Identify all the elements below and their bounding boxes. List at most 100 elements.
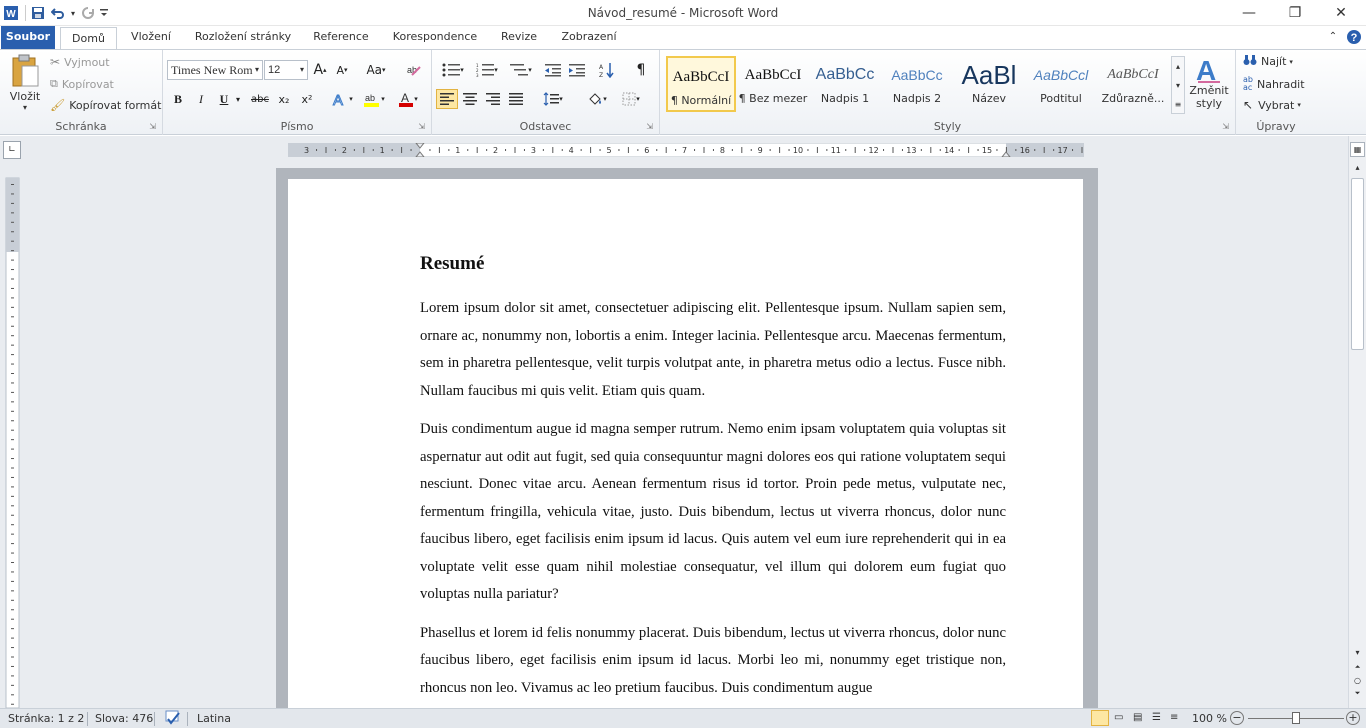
style-emphasis[interactable]: AaBbCcI Zdůrazně... (1098, 56, 1168, 112)
style-heading-1[interactable]: AaBbCc Nadpis 1 (810, 56, 880, 112)
paragraph-dialog-launcher-icon[interactable]: ⇲ (646, 122, 653, 131)
format-painter-button[interactable]: 🖌 Kopírovat formát (50, 98, 161, 112)
bullets-button[interactable]: ▾ (438, 60, 468, 80)
ruler-toggle-icon[interactable]: ▦ (1350, 142, 1365, 157)
font-dialog-launcher-icon[interactable]: ⇲ (418, 122, 425, 131)
numbering-button[interactable]: 1 2 3 ▾ (472, 60, 502, 80)
styles-scroll-up-icon[interactable]: ▴ (1172, 57, 1184, 76)
scroll-down-icon[interactable]: ▾ (1351, 648, 1364, 660)
minimize-ribbon-icon[interactable]: ⌃ (1324, 26, 1342, 49)
styles-scroll-down-icon[interactable]: ▾ (1172, 76, 1184, 95)
styles-dialog-launcher-icon[interactable]: ⇲ (1222, 122, 1229, 131)
font-name-combobox[interactable]: Times New Rom ▾ (167, 60, 263, 80)
shading-button[interactable]: ▾ (582, 89, 612, 109)
zoom-in-icon[interactable]: + (1346, 711, 1360, 725)
font-name-dropdown-icon[interactable]: ▾ (255, 61, 259, 79)
document-heading[interactable]: Resumé (420, 253, 1006, 275)
grow-font-button[interactable]: A ▴ (309, 60, 331, 80)
copy-button[interactable]: ⧉ Kopírovat (50, 77, 114, 91)
font-size-dropdown-icon[interactable]: ▾ (300, 61, 304, 79)
zoom-out-icon[interactable]: − (1230, 711, 1244, 725)
strikethrough-button[interactable]: abc (249, 89, 271, 109)
ruler-tick (11, 202, 14, 204)
vertical-scrollbar[interactable]: ▦ ▴ ▾ ⏶ ○ ⏷ (1348, 136, 1366, 708)
justify-icon[interactable] (505, 89, 527, 109)
highlight-button[interactable]: ab ▾ (359, 89, 389, 109)
find-button[interactable]: Najít ▾ (1243, 54, 1293, 69)
italic-button[interactable]: I (190, 89, 212, 109)
change-styles-button[interactable]: A Změnit styly (1186, 54, 1232, 116)
previous-page-icon[interactable]: ⏶ (1351, 663, 1364, 675)
scroll-up-icon[interactable]: ▴ (1351, 163, 1364, 175)
borders-button[interactable]: ▾ (616, 89, 646, 109)
document-page[interactable]: Resumé Lorem ipsum dolor sit amet, conse… (288, 179, 1083, 708)
outline-view-icon[interactable]: ☰ (1152, 712, 1161, 723)
tab-selector-icon[interactable]: ∟ (3, 141, 21, 159)
styles-gallery-scroll[interactable]: ▴ ▾ ≡ (1171, 56, 1185, 114)
tab-insert[interactable]: Vložení (122, 26, 180, 49)
draft-view-icon[interactable]: ≡ (1170, 712, 1178, 723)
full-screen-reading-icon[interactable]: ▭ (1114, 712, 1123, 723)
zoom-slider-thumb[interactable] (1292, 712, 1300, 724)
increase-indent-icon[interactable] (566, 60, 588, 80)
show-formatting-marks-button[interactable]: ¶ (630, 60, 652, 80)
bold-button[interactable]: B (167, 89, 189, 109)
replace-button[interactable]: ab ac Nahradit (1243, 76, 1305, 92)
browse-object-icon[interactable]: ○ (1351, 676, 1364, 688)
cut-button[interactable]: ✂ Vyjmout (50, 55, 110, 69)
subscript-button[interactable]: x₂ (273, 89, 295, 109)
document-paragraph-1[interactable]: Lorem ipsum dolor sit amet, consectetuer… (420, 295, 1006, 405)
shrink-font-button[interactable]: A ▾ (331, 60, 353, 80)
underline-dropdown-icon[interactable]: ▾ (233, 89, 243, 109)
tab-mailings[interactable]: Korespondence (386, 26, 484, 49)
multilevel-list-button[interactable]: ▾ (506, 60, 536, 80)
restore-button[interactable]: ❐ (1272, 0, 1318, 26)
decrease-indent-icon[interactable] (542, 60, 564, 80)
align-center-icon[interactable] (459, 89, 481, 109)
clipboard-dialog-launcher-icon[interactable]: ⇲ (149, 122, 156, 131)
horizontal-ruler[interactable]: 3 2 1 1 2 3 4 5 6 7 8 9 10 11 12 13 14 15 16 17 (288, 143, 1084, 157)
style-no-spacing[interactable]: AaBbCcI ¶ Bez mezer (738, 56, 808, 112)
align-left-icon[interactable] (436, 89, 458, 109)
font-size-combobox[interactable]: 12 ▾ (264, 60, 308, 80)
next-page-icon[interactable]: ⏷ (1351, 689, 1364, 701)
language-indicator[interactable]: Latina (197, 712, 231, 725)
proofing-icon[interactable] (164, 710, 182, 728)
align-right-icon[interactable] (482, 89, 504, 109)
underline-button[interactable]: U (213, 89, 235, 109)
document-paragraph-3[interactable]: Phasellus et lorem id felis nonummy plac… (420, 620, 1006, 703)
document-paragraph-2[interactable]: Duis condimentum augue id magna semper r… (420, 416, 1006, 609)
vertical-ruler[interactable] (0, 164, 24, 708)
word-count[interactable]: Slova: 476 (95, 712, 153, 725)
style-normal[interactable]: AaBbCcI ¶ Normální (666, 56, 736, 112)
zoom-level[interactable]: 100 % (1192, 712, 1227, 725)
sort-icon[interactable]: AZ (596, 60, 618, 80)
style-title[interactable]: AaBl Název (954, 56, 1024, 112)
ruler-tick (11, 448, 14, 450)
print-layout-view-icon[interactable] (1091, 710, 1109, 726)
font-color-button[interactable]: A ▾ (393, 89, 423, 109)
style-heading-2[interactable]: AaBbCc Nadpis 2 (882, 56, 952, 112)
web-layout-icon[interactable]: ▤ (1133, 712, 1142, 723)
style-subtitle[interactable]: AaBbCcl Podtitul (1026, 56, 1096, 112)
tab-review[interactable]: Revize (494, 26, 544, 49)
minimize-button[interactable]: — (1226, 0, 1272, 26)
tab-page-layout[interactable]: Rozložení stránky (187, 26, 299, 49)
tab-references[interactable]: Reference (305, 26, 377, 49)
line-spacing-button[interactable]: ▾ (538, 89, 568, 109)
tab-home[interactable]: Domů (60, 27, 117, 50)
superscript-button[interactable]: x² (296, 89, 318, 109)
document-body[interactable]: Resumé Lorem ipsum dolor sit amet, conse… (420, 253, 1006, 708)
change-case-button[interactable]: Aa ▾ (361, 60, 391, 80)
page-count[interactable]: Stránka: 1 z 2 (8, 712, 84, 725)
styles-gallery-more-icon[interactable]: ≡ (1172, 95, 1184, 114)
paste-button[interactable]: Vložit ▾ (6, 54, 44, 116)
select-button[interactable]: ↖ Vybrat ▾ (1243, 98, 1301, 112)
close-button[interactable]: ✕ (1318, 0, 1364, 26)
clear-formatting-icon[interactable]: ab (403, 60, 425, 80)
text-effects-button[interactable]: A ▾ (327, 89, 357, 109)
tab-view[interactable]: Zobrazení (554, 26, 624, 49)
help-icon[interactable]: ? (1344, 26, 1364, 49)
scroll-thumb[interactable] (1351, 178, 1364, 350)
tab-file[interactable]: Soubor (1, 26, 55, 49)
